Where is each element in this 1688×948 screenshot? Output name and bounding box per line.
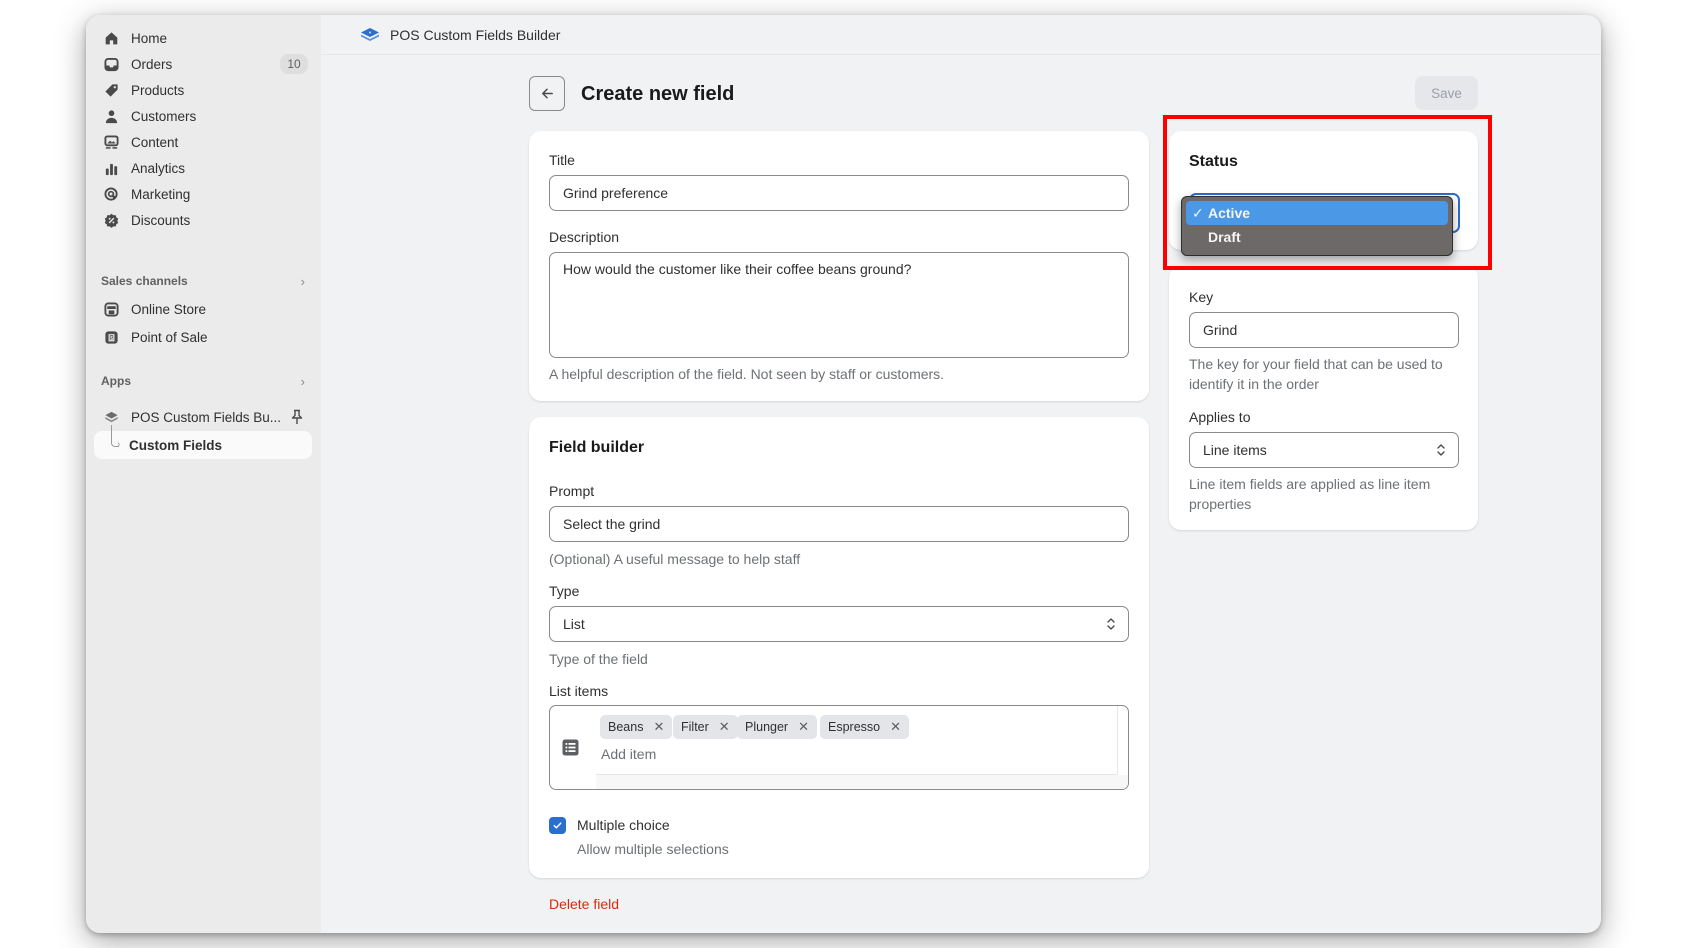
list-item-tag: Beans ✕	[600, 715, 673, 739]
sidebar-item-label: Marketing	[131, 186, 191, 202]
save-button[interactable]: Save	[1415, 76, 1478, 110]
tree-arrow-icon: ›	[117, 439, 121, 450]
status-card: Status ✓ Active Draft	[1169, 131, 1478, 256]
orders-count-badge: 10	[280, 54, 308, 74]
status-option-draft[interactable]: Draft	[1186, 225, 1448, 249]
store-icon	[103, 301, 119, 317]
multiple-choice-label[interactable]: Multiple choice	[577, 817, 670, 833]
app-title: POS Custom Fields Builder	[390, 26, 561, 43]
pin-icon[interactable]	[290, 409, 304, 425]
applies-to-select[interactable]: Line items	[1189, 432, 1459, 468]
sidebar-item-label: Orders	[131, 56, 173, 72]
image-icon	[103, 134, 119, 150]
sidebar-item-label: Custom Fields	[129, 437, 223, 453]
sidebar-item-label: Customers	[131, 108, 197, 124]
sidebar-item-label: Online Store	[131, 301, 207, 317]
key-label: Key	[1189, 289, 1214, 305]
target-icon	[103, 186, 119, 202]
applies-to-help: Line item fields are applied as line ite…	[1189, 476, 1431, 512]
back-button[interactable]	[529, 76, 565, 111]
sidebar-item-label: Products	[131, 82, 185, 98]
status-dropdown-menu: ✓ Active Draft	[1181, 196, 1453, 256]
app-stack-icon	[103, 409, 119, 425]
details-card: Title Grind preference Description How w…	[529, 131, 1149, 401]
list-item-tag: Filter ✕	[673, 715, 738, 739]
key-input[interactable]: Grind	[1189, 312, 1459, 348]
sidebar-item-discounts[interactable]: Discounts	[94, 207, 312, 233]
status-heading: Status	[1189, 153, 1238, 170]
add-item-input[interactable]: Add item	[601, 746, 656, 762]
chevron-right-icon: ›	[300, 373, 305, 389]
prompt-label: Prompt	[549, 483, 595, 499]
sidebar-item-custom-fields[interactable]: Custom Fields	[94, 431, 312, 459]
description-label: Description	[549, 229, 620, 245]
app-window: Home Orders 10 Products Customers Conten…	[86, 15, 1601, 933]
list-icon	[562, 739, 579, 756]
status-option-active[interactable]: ✓ Active	[1186, 201, 1448, 225]
type-label: Type	[549, 583, 580, 599]
applies-to-label: Applies to	[1189, 409, 1251, 425]
list-item-tag: Plunger ✕	[737, 715, 817, 739]
home-icon	[103, 30, 119, 46]
sidebar-item-products[interactable]: Products	[94, 77, 312, 103]
sidebar-item-online-store[interactable]: Online Store	[94, 296, 312, 322]
sidebar-item-label: Point of Sale	[131, 329, 208, 345]
type-help: Type of the field	[549, 651, 648, 667]
sidebar-item-point-of-sale[interactable]: $ Point of Sale	[94, 324, 312, 350]
sidebar-item-home[interactable]: Home	[94, 25, 312, 51]
remove-tag-icon[interactable]: ✕	[890, 719, 901, 735]
multiple-choice-checkbox[interactable]	[549, 817, 566, 834]
person-icon	[103, 108, 119, 124]
svg-text:$: $	[110, 335, 113, 341]
multiple-choice-help: Allow multiple selections	[577, 841, 729, 857]
pos-icon: $	[103, 329, 119, 345]
sidebar-item-marketing[interactable]: Marketing	[94, 181, 312, 207]
sidebar-item-label: Content	[131, 134, 179, 150]
field-builder-heading: Field builder	[549, 439, 645, 456]
list-items-input[interactable]: Beans ✕ Filter ✕ Plunger ✕ Espresso ✕ Add it…	[549, 705, 1129, 790]
sidebar-item-content[interactable]: Content	[94, 129, 312, 155]
list-items-area: Beans ✕ Filter ✕ Plunger ✕ Espresso ✕ Add it…	[596, 706, 1118, 775]
app-logo-icon	[361, 27, 379, 41]
remove-tag-icon[interactable]: ✕	[798, 719, 809, 735]
sidebar-item-customers[interactable]: Customers	[94, 103, 312, 129]
sidebar: Home Orders 10 Products Customers Conten…	[86, 15, 321, 933]
arrow-left-icon	[541, 88, 553, 99]
sidebar-item-label: Home	[131, 30, 168, 46]
select-arrows-icon	[1437, 444, 1445, 456]
list-item-tag: Espresso ✕	[820, 715, 910, 739]
list-items-label: List items	[549, 683, 609, 699]
sales-channels-heading[interactable]: Sales channels ›	[101, 271, 305, 291]
inbox-icon	[103, 56, 119, 72]
sidebar-item-label: Analytics	[131, 160, 186, 176]
sidebar-item-pos-custom-fields-app[interactable]: POS Custom Fields Bu...	[94, 404, 312, 430]
title-label: Title	[549, 152, 575, 168]
title-input[interactable]: Grind preference	[549, 175, 1129, 211]
chevron-right-icon: ›	[300, 273, 305, 289]
delete-field-link[interactable]: Delete field	[549, 896, 619, 912]
field-builder-card: Field builder Prompt Select the grind (O…	[529, 417, 1149, 878]
key-help: The key for your field that can be used …	[1189, 356, 1443, 392]
settings-card: Key Grind The key for your field that ca…	[1169, 266, 1478, 530]
sidebar-item-label: POS Custom Fields Bu...	[131, 409, 282, 425]
sidebar-item-orders[interactable]: Orders 10	[94, 51, 312, 77]
discount-icon	[103, 212, 119, 228]
description-help: A helpful description of the field. Not …	[549, 366, 945, 382]
apps-heading[interactable]: Apps ›	[101, 371, 305, 391]
tag-icon	[103, 82, 119, 98]
check-icon: ✓	[1192, 204, 1204, 221]
page-title: Create new field	[581, 83, 735, 105]
description-textarea[interactable]: How would the customer like their coffee…	[549, 252, 1129, 358]
remove-tag-icon[interactable]: ✕	[719, 719, 730, 735]
prompt-help: (Optional) A useful message to help staf…	[549, 551, 801, 567]
type-select[interactable]: List	[549, 606, 1129, 642]
app-topbar: POS Custom Fields Builder	[321, 15, 1601, 55]
checkmark-icon	[553, 822, 562, 829]
sidebar-item-label: Discounts	[131, 212, 191, 228]
select-arrows-icon	[1107, 618, 1115, 630]
bar-chart-icon	[103, 160, 119, 176]
sidebar-item-analytics[interactable]: Analytics	[94, 155, 312, 181]
remove-tag-icon[interactable]: ✕	[653, 719, 664, 735]
prompt-input[interactable]: Select the grind	[549, 506, 1129, 542]
